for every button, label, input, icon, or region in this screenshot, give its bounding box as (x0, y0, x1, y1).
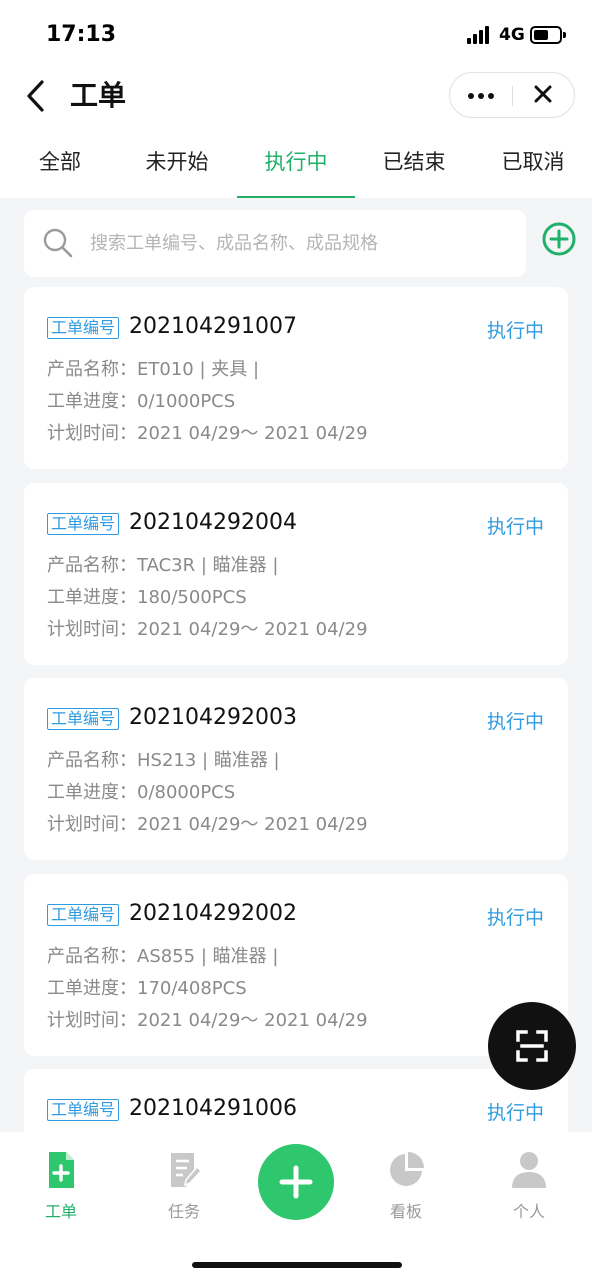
nav-item-work-order[interactable]: 工单 (21, 1150, 101, 1230)
order-number: 202104291006 (129, 1096, 297, 1121)
nav-label: 看板 (389, 1202, 422, 1221)
nav-label: 任务 (167, 1202, 200, 1221)
plus-icon (279, 1165, 313, 1199)
task-icon (171, 1153, 203, 1187)
order-card[interactable]: 工单编号 202104292003 执行中 产品名称：HS213 | 瞄准器 |… (24, 678, 568, 860)
home-indicator (192, 1262, 402, 1268)
status-time: 17:13 (46, 22, 117, 47)
order-number: 202104292002 (129, 901, 297, 926)
create-order-button[interactable] (258, 1144, 334, 1220)
work-order-icon (49, 1152, 74, 1188)
order-card[interactable]: 工单编号 202104291007 执行中 产品名称：ET010 | 夹具 | … (24, 287, 568, 469)
order-number: 202104291007 (129, 314, 297, 339)
tab-cancelled[interactable]: 已取消 (487, 146, 579, 198)
order-no-badge: 工单编号 (47, 1099, 120, 1121)
tab-finished[interactable]: 已结束 (368, 146, 460, 198)
more-options-button[interactable] (450, 73, 512, 117)
nav-label: 工单 (44, 1202, 77, 1221)
product-name: 产品名称：ET010 | 夹具 | (47, 359, 260, 380)
battery-icon (530, 26, 566, 44)
planned-time: 计划时间：2021 04/29～ 2021 04/29 (47, 423, 368, 444)
back-button[interactable] (22, 78, 54, 114)
nav-item-dashboard[interactable]: 看板 (366, 1150, 446, 1230)
nav-item-profile[interactable]: 个人 (489, 1150, 569, 1230)
scan-button[interactable] (488, 1002, 576, 1090)
scan-icon (516, 1030, 548, 1062)
order-no-badge: 工单编号 (47, 708, 120, 730)
order-progress: 工单进度：180/500PCS (47, 587, 247, 608)
person-icon (512, 1152, 546, 1188)
order-status: 执行中 (486, 516, 544, 538)
order-no-badge: 工单编号 (47, 513, 120, 535)
product-name: 产品名称：HS213 | 瞄准器 | (47, 750, 280, 771)
nav-label: 个人 (512, 1202, 545, 1221)
chevron-left-icon (27, 80, 44, 112)
more-dots-icon (468, 93, 474, 99)
order-card[interactable]: 工单编号 202104292002 执行中 产品名称：AS855 | 瞄准器 |… (24, 874, 568, 1056)
order-no-badge: 工单编号 (47, 904, 120, 926)
product-name: 产品名称：TAC3R | 瞄准器 | (47, 555, 279, 576)
order-status: 执行中 (486, 907, 544, 929)
status-tabs: 全部 未开始 执行中 已结束 已取消 (0, 138, 592, 198)
order-card[interactable]: 工单编号 202104292004 执行中 产品名称：TAC3R | 瞄准器 |… (24, 483, 568, 665)
search-input[interactable] (90, 222, 510, 264)
planned-time: 计划时间：2021 04/29～ 2021 04/29 (47, 1010, 368, 1031)
order-progress: 工单进度：170/408PCS (47, 978, 247, 999)
order-number: 202104292003 (129, 705, 297, 730)
tab-all[interactable]: 全部 (20, 146, 100, 198)
miniprogram-capsule (449, 72, 575, 118)
order-no-badge: 工单编号 (47, 317, 120, 339)
tab-not-started[interactable]: 未开始 (131, 146, 223, 198)
capsule-divider (512, 86, 513, 106)
top-header-area: 17:13 4G 工单 全部 未开始 执行中 已结束 已取消 (0, 0, 592, 198)
active-tab-indicator (237, 196, 355, 198)
planned-time: 计划时间：2021 04/29～ 2021 04/29 (47, 814, 368, 835)
order-card[interactable]: 工单编号 202104291006 执行中 (24, 1069, 568, 1132)
close-icon (534, 85, 552, 103)
order-status: 执行中 (486, 320, 544, 342)
status-bar: 17:13 4G (0, 0, 592, 70)
page-title: 工单 (70, 79, 127, 112)
nav-item-task[interactable]: 任务 (144, 1150, 224, 1230)
add-order-button[interactable] (541, 221, 577, 257)
planned-time: 计划时间：2021 04/29～ 2021 04/29 (47, 619, 368, 640)
order-number: 202104292004 (129, 510, 297, 535)
close-button[interactable] (514, 73, 574, 117)
order-status: 执行中 (486, 711, 544, 733)
tab-in-progress[interactable]: 执行中 (237, 146, 355, 198)
search-bar[interactable] (24, 210, 526, 277)
network-type: 4G (499, 25, 525, 45)
cellular-signal-icon (467, 26, 493, 44)
order-progress: 工单进度：0/8000PCS (47, 782, 236, 803)
plus-circle-icon (542, 222, 576, 256)
order-status: 执行中 (486, 1102, 544, 1124)
product-name: 产品名称：AS855 | 瞄准器 | (47, 946, 279, 967)
dashboard-pie-icon (390, 1152, 424, 1186)
order-progress: 工单进度：0/1000PCS (47, 391, 236, 412)
search-icon (43, 228, 73, 258)
